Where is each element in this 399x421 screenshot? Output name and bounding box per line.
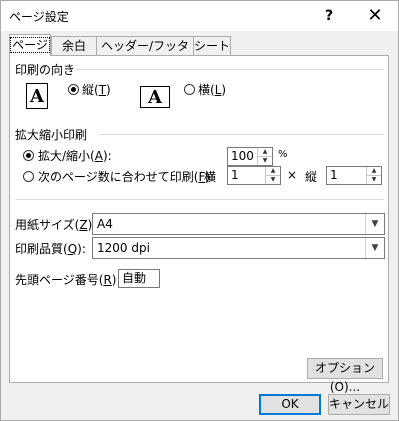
fit-to-radio[interactable] [23, 171, 34, 182]
print-quality-value: 1200 dpi [97, 241, 150, 255]
adjust-to-radio[interactable] [23, 150, 34, 161]
help-button[interactable]: ? [306, 1, 352, 31]
fit-to-label[interactable]: 次のページ数に合わせて印刷(F): [38, 168, 214, 185]
print-quality-dropdown[interactable]: 1200 dpi ▼ [92, 237, 385, 259]
fit-label-text: 次のページ数に合わせて印刷( [38, 170, 199, 184]
pages-tall-spinner[interactable]: 1 ▲ ▼ [326, 166, 382, 185]
portrait-radio[interactable] [68, 84, 79, 95]
scaling-group-label: 拡大縮小印刷 [15, 128, 88, 142]
tall-up-arrow-icon[interactable]: ▲ [367, 167, 381, 176]
paper-size-value: A4 [97, 217, 113, 231]
adjust-label-text: 拡大/縮小( [38, 149, 95, 163]
tab-sheet-label: シート [194, 39, 231, 53]
adjust-to-label[interactable]: 拡大/縮小(A): [38, 147, 112, 164]
portrait-close-paren: ) [106, 83, 111, 97]
landscape-radio[interactable] [184, 84, 195, 95]
print-quality-label-text: 印刷品質( [15, 242, 68, 256]
options-button[interactable]: オプション(O)... [307, 358, 383, 394]
pages-wide-label: 横 [204, 170, 217, 184]
pages-wide-spinner[interactable]: 1 ▲ ▼ [227, 166, 281, 185]
tall-down-arrow-icon[interactable]: ▼ [367, 176, 381, 184]
page-setup-dialog: ページ設定 ? ✕ ページ 余白 ヘッダー/フッター シート 印刷の向き A 縦… [0, 0, 399, 421]
first-page-accel: R [103, 273, 112, 287]
first-page-label-text: 先頭ページ番号( [15, 273, 104, 287]
page-tab-panel: 印刷の向き A 縦(T) A 横(L) 拡大縮小印刷 拡大/縮小(A): 100… [9, 55, 389, 394]
cancel-button[interactable]: キャンセル [328, 394, 390, 415]
print-quality-accel: Q [67, 242, 78, 256]
landscape-label-text: 横( [198, 83, 215, 97]
scale-up-arrow-icon[interactable]: ▲ [258, 148, 272, 157]
section-divider [15, 199, 384, 200]
wide-down-arrow-icon[interactable]: ▼ [266, 176, 280, 184]
paper-size-accel: Z [79, 218, 88, 232]
pages-wide-value: 1 [231, 168, 239, 182]
portrait-label[interactable]: 縦(T) [82, 81, 111, 98]
portrait-icon: A [26, 83, 48, 109]
chevron-down-icon[interactable]: ▼ [365, 214, 384, 234]
adjust-accel: A [94, 149, 103, 163]
tab-header-footer[interactable]: ヘッダー/フッター [96, 36, 194, 71]
first-page-label: 先頭ページ番号(R): [15, 271, 121, 288]
scale-percent-value: 100 [231, 149, 254, 163]
paper-size-label-text: 用紙サイズ( [15, 218, 80, 232]
tab-margins[interactable]: 余白 [51, 36, 97, 55]
scaling-divider [98, 134, 384, 135]
landscape-label[interactable]: 横(L) [198, 81, 226, 98]
times-sign: × [287, 168, 298, 182]
tab-page-label: ページ [10, 37, 50, 53]
ok-button[interactable]: OK [259, 394, 321, 415]
scale-down-arrow-icon[interactable]: ▼ [258, 157, 272, 165]
tab-margins-label: 余白 [61, 39, 86, 53]
print-quality-label: 印刷品質(Q): [15, 240, 86, 257]
tab-page[interactable]: ページ [9, 34, 51, 56]
orientation-group-label: 印刷の向き [15, 63, 76, 77]
print-quality-suffix: ): [77, 242, 86, 256]
orientation-divider [76, 69, 384, 70]
close-button[interactable]: ✕ [352, 1, 398, 31]
percent-sign: % [278, 149, 288, 160]
portrait-label-text: 縦( [82, 83, 99, 97]
chevron-down-icon[interactable]: ▼ [365, 238, 384, 258]
wide-up-arrow-icon[interactable]: ▲ [266, 167, 280, 176]
pages-tall-value: 1 [330, 168, 338, 182]
tab-sheet[interactable]: シート [193, 36, 231, 55]
first-page-number-input[interactable]: 自動 [118, 269, 160, 288]
window-title: ページ設定 [9, 10, 69, 24]
landscape-close-paren: ) [221, 83, 227, 97]
scale-percent-spinner[interactable]: 100 ▲ ▼ [227, 147, 273, 166]
portrait-accel: T [98, 83, 107, 97]
paper-size-label: 用紙サイズ(Z): [15, 216, 96, 233]
landscape-icon: A [140, 86, 170, 108]
title-bar: ページ設定 ? ✕ [1, 1, 398, 31]
adjust-suffix: ): [102, 149, 112, 163]
paper-size-dropdown[interactable]: A4 ▼ [92, 213, 385, 235]
pages-tall-label: 縦 [305, 170, 318, 184]
